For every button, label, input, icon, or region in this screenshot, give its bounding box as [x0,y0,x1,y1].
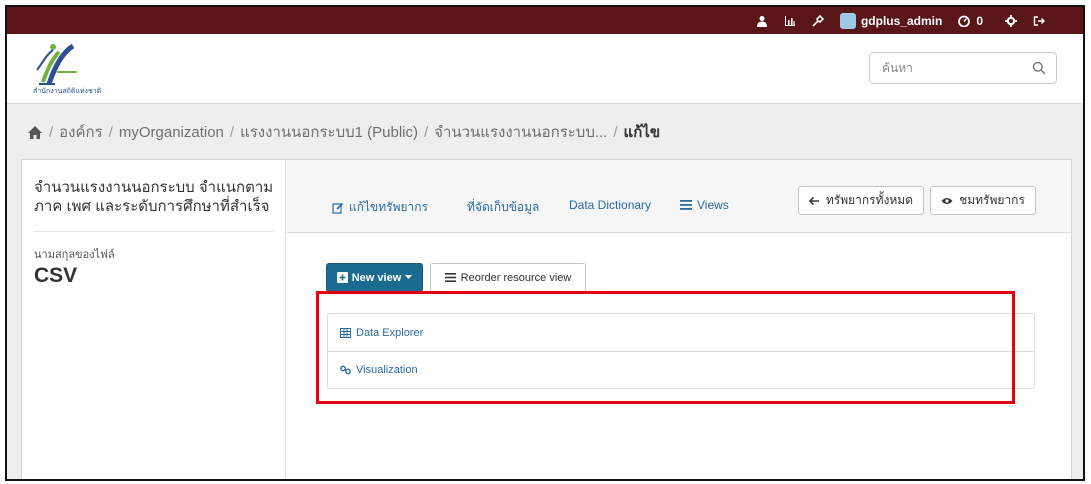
gear-icon[interactable] [997,7,1025,34]
new-view-button[interactable]: New view [326,263,423,292]
edit-icon [332,202,344,214]
breadcrumb-separator: / [229,123,235,141]
logo-caption: สำนักงานสถิติแห่งชาติ [33,88,102,95]
list-item[interactable]: Visualization [328,351,1034,388]
view-label: Visualization [356,364,418,376]
resource-panel: จำนวนแรงงานนอกระบบ จำแนกตาม ภาค เพศ และร… [21,159,1072,479]
view-resource-label: ชมทรัพยากร [959,193,1025,207]
breadcrumb: / องค์กร / myOrganization / แรงงานนอกระบ… [27,117,660,147]
tab-data-dictionary[interactable]: Data Dictionary [569,198,651,212]
reorder-views-button[interactable]: Reorder resource view [430,263,586,292]
new-view-label: New view [351,271,402,284]
breadcrumb-separator: / [108,123,113,141]
breadcrumb-current: แก้ไข [623,124,661,141]
sign-out-icon[interactable] [1025,7,1053,34]
breadcrumb-separator: / [49,123,54,141]
format-label: นามสกุลของไฟล์ [34,249,115,261]
breadcrumb-resource[interactable]: จำนวนแรงงานนอกระบบ... [434,120,607,144]
user-icon[interactable] [748,7,776,34]
resource-views-list: Data Explorer Visualization [327,313,1035,389]
divider [34,231,274,232]
resource-title: จำนวนแรงงานนอกระบบ จำแนกตาม ภาค เพศ และร… [34,179,274,215]
chart-icon[interactable] [776,7,804,34]
list-icon [444,273,456,282]
search-icon[interactable] [1032,61,1046,75]
eye-icon [941,197,953,204]
format-value: CSV [34,264,78,287]
user-menu[interactable]: gdplus_admin [832,7,950,34]
list-item[interactable]: Data Explorer [328,314,1034,351]
masthead: สำนักงานสถิติแห่งชาติ [7,34,1083,104]
tab-views-label: Views [697,198,729,212]
home-icon[interactable] [27,125,43,140]
plus-square-icon [336,272,348,283]
tools-icon[interactable] [804,7,832,34]
table-icon [340,327,351,338]
tab-datastore[interactable]: ที่จัดเก็บข้อมูล [467,198,539,217]
view-resource-button[interactable]: ชมทรัพยากร [930,186,1036,215]
all-resources-button[interactable]: ทรัพยากรทั้งหมด [798,186,924,215]
avatar [839,12,856,29]
resource-tabs: แก้ไขทรัพยากร ที่จัดเก็บข้อมูล Data Dict… [287,160,1071,233]
tab-edit-resource[interactable]: แก้ไขทรัพยากร [332,198,428,217]
tab-data-dictionary-label: Data Dictionary [569,198,652,212]
tab-datastore-label: ที่จัดเก็บข้อมูล [467,200,540,214]
resource-content: แก้ไขทรัพยากร ที่จัดเก็บข้อมูล Data Dict… [287,160,1071,479]
reorder-views-label: Reorder resource view [460,271,572,284]
username: gdplus_admin [860,13,943,28]
resource-sidebar: จำนวนแรงงานนอกระบบ จำแนกตาม ภาค เพศ และร… [22,160,286,479]
tab-views[interactable]: Views [680,198,729,212]
list-icon [680,200,692,210]
link-icon [340,365,351,375]
dashboard-icon [958,15,971,27]
browser-frame: gdplus_admin 0 สำนักงานสถิติแห่งชาติ ค้น… [5,5,1085,481]
account-bar: gdplus_admin 0 [7,7,1083,34]
dashboard-link[interactable]: 0 [950,7,991,34]
breadcrumb-separator: / [613,123,618,141]
breadcrumb-dataset[interactable]: แรงงานนอกระบบ1 (Public) [240,120,418,144]
site-logo[interactable]: สำนักงานสถิติแห่งชาติ [33,42,133,100]
search-input[interactable] [870,53,1020,83]
caret-down-icon [405,275,413,279]
search-box[interactable] [869,52,1057,84]
breadcrumb-organization[interactable]: myOrganization [119,124,224,141]
breadcrumb-organizations[interactable]: องค์กร [59,120,103,144]
view-label: Data Explorer [356,326,424,339]
breadcrumb-separator: / [423,123,429,141]
dashboard-count: 0 [976,13,983,28]
all-resources-label: ทรัพยากรทั้งหมด [825,193,913,207]
arrow-left-icon [809,196,819,205]
tab-edit-resource-label: แก้ไขทรัพยากร [349,200,428,214]
